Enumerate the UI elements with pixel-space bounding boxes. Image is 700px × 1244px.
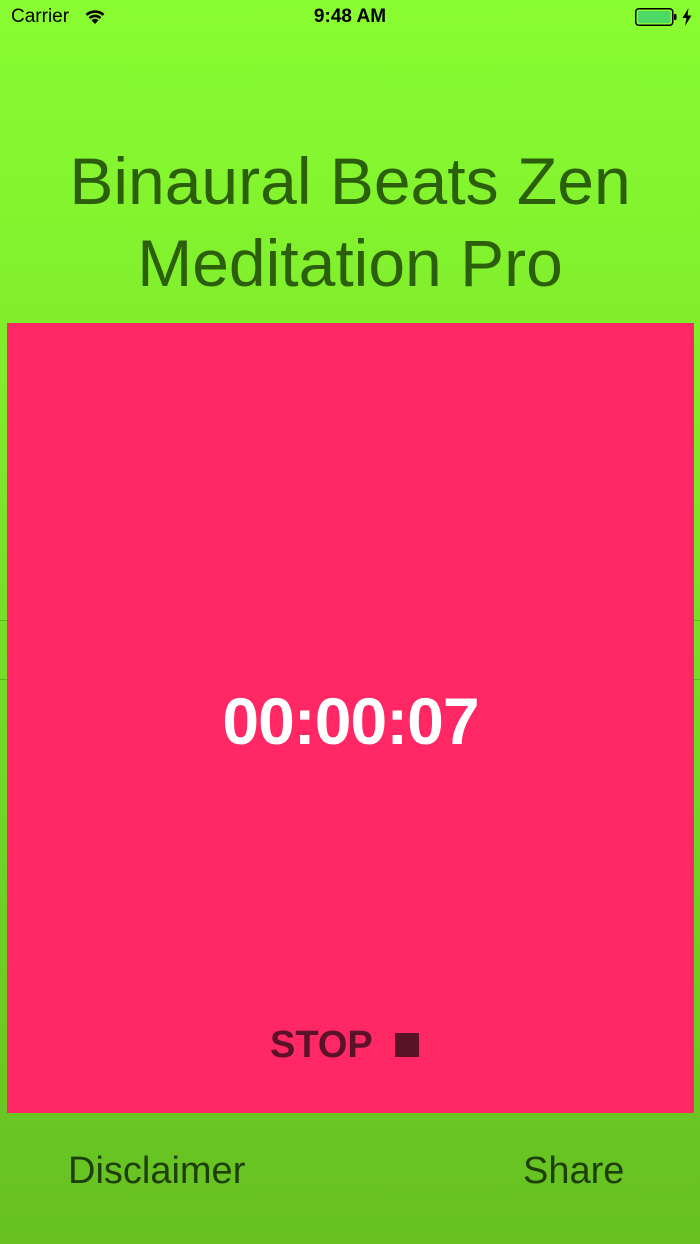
stop-button[interactable]: STOP bbox=[270, 1020, 419, 1070]
bolt-icon bbox=[682, 8, 692, 26]
app-title-line-2: Meditation Pro bbox=[137, 226, 563, 300]
disclaimer-button[interactable]: Disclaimer bbox=[68, 1150, 245, 1193]
timer-panel: 00:00:07 bbox=[7, 323, 694, 1113]
elapsed-time-display: 00:00:07 bbox=[222, 684, 479, 758]
battery-full-icon bbox=[635, 8, 677, 26]
stop-button-label: STOP bbox=[270, 1023, 373, 1066]
share-button[interactable]: Share bbox=[523, 1150, 624, 1193]
stop-square-icon bbox=[394, 1033, 419, 1057]
status-time: 9:48 AM bbox=[313, 6, 387, 27]
status-bar: Carrier 9:48 AM bbox=[0, 0, 700, 40]
app-title: Binaural Beats Zen Meditation Pro bbox=[0, 140, 700, 304]
app-title-line-1: Binaural Beats Zen bbox=[69, 144, 631, 218]
